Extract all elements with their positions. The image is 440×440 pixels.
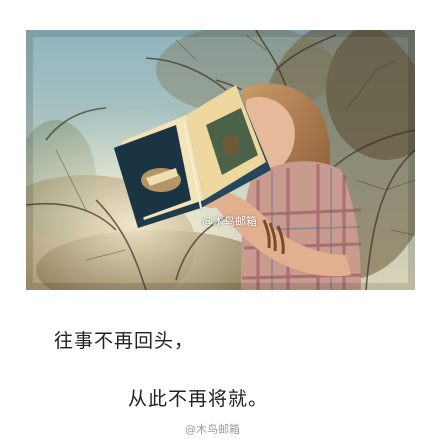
photo-watermark: @木鸟邮箱: [202, 215, 257, 228]
caption-line-2: 从此不再将就。: [128, 388, 269, 410]
photo: @木鸟邮箱: [26, 30, 415, 290]
footer-watermark: @木鸟邮箱: [185, 423, 240, 436]
photo-illustration: [26, 30, 415, 290]
caption-line-1: 往事不再回头，: [54, 330, 195, 352]
image-post: @木鸟邮箱 往事不再回头， 从此不再将就。 @木鸟邮箱: [0, 0, 440, 440]
